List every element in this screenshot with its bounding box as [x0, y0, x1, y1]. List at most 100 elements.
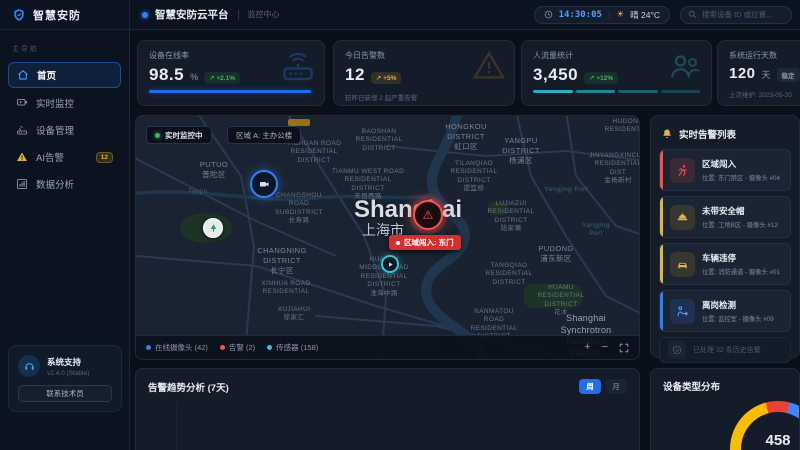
stable-badge: 稳定	[777, 68, 800, 82]
map-panel[interactable]: PUTUO 普陀区TaopuYICHUAN ROAD RESIDENTIAL D…	[135, 115, 640, 360]
tree-icon	[208, 223, 219, 234]
stat-card-online-rate: 设备在线率 98.5 % ↗ +2.1%	[137, 40, 325, 106]
tab-week[interactable]: 周	[579, 379, 601, 394]
device-distribution-panel: 设备类型分布 458 总设备数	[650, 368, 800, 450]
nav-section-label: 主导航	[12, 44, 129, 54]
trend-panel: 告警趋势分析 (7天) 周 月	[135, 368, 640, 450]
bar-chart-icon	[16, 178, 28, 190]
alert-location: 位置: 工地B区 - 摄像头 #12	[702, 220, 778, 229]
park-marker[interactable]	[203, 218, 223, 238]
map-label: Yangjing Port	[575, 222, 618, 239]
alert-panel-title: 实时告警列表	[679, 127, 736, 141]
map-label: HONGKOU DISTRICT 虹口区	[445, 122, 487, 151]
sidebar-item-live-monitor[interactable]: 实时监控	[8, 91, 121, 115]
alert-item-illegal-parking[interactable]: 车辆违停 位置: 消防通道 - 摄像头 #01	[659, 243, 791, 285]
trend-badge: ↗ +2.1%	[204, 72, 240, 84]
legend-dot	[220, 345, 225, 350]
headset-icon	[18, 355, 40, 377]
map-canvas[interactable]: PUTUO 普陀区TaopuYICHUAN ROAD RESIDENTIAL D…	[136, 116, 639, 359]
alert-title: 离岗检测	[702, 299, 774, 311]
stat-note: 较昨日新增 2 起严重告警	[345, 92, 503, 102]
sidebar-item-ai-alerts[interactable]: AI告警 12	[8, 145, 121, 169]
sun-icon: ☀	[616, 9, 624, 20]
map-label: PUTUO 普陀区	[200, 160, 228, 180]
zoom-in-button[interactable]: +	[584, 342, 590, 353]
live-status-text: 实时监控中	[165, 130, 203, 141]
online-progress-track	[149, 90, 313, 93]
zoom-out-button[interactable]: −	[602, 342, 608, 353]
search-box[interactable]	[680, 6, 792, 24]
warning-icon	[16, 151, 28, 163]
top-bar: 智慧安防 智慧安防云平台 监控中心 14:30:05 | ☀ 晴 24°C	[0, 0, 800, 30]
time-weather-pill: 14:30:05 | ☀ 晴 24°C	[534, 6, 670, 24]
alert-title: 区域闯入	[702, 158, 780, 170]
check-circle-icon	[668, 341, 686, 359]
stat-card-uptime: 系统运行天数 120 天 稳定 上次维护: 2023-05-20	[717, 40, 800, 106]
device-donut: 458 总设备数	[730, 401, 800, 450]
live-status-pill: 实时监控中	[146, 126, 212, 144]
legend-online-cameras: 在线摄像头 (42)	[146, 342, 208, 353]
warning-icon: ⚠	[423, 208, 434, 222]
sensor-marker[interactable]	[381, 255, 399, 273]
live-dot	[155, 133, 160, 138]
alert-title: 车辆违停	[702, 252, 780, 264]
play-icon	[386, 260, 395, 269]
zone-pill[interactable]: 区域 A: 主办公楼	[227, 126, 301, 144]
sidebar-item-label: 设备管理	[36, 123, 74, 137]
trend-badge: ↗ +12%	[584, 72, 618, 84]
fullscreen-button[interactable]	[619, 343, 629, 353]
sidebar-item-home[interactable]: 首页	[8, 62, 121, 88]
online-progress-fill	[149, 90, 311, 93]
alert-history-footer[interactable]: 已处理 32 条历史告警	[659, 337, 791, 363]
camera-marker[interactable]	[250, 170, 278, 198]
map-label: Yangjing Port	[544, 186, 588, 194]
person-leave-icon	[670, 299, 695, 324]
search-input[interactable]	[702, 10, 784, 19]
legend-sensors: 传感器 (158)	[267, 342, 318, 353]
trend-badge: ↗ +5%	[371, 72, 401, 84]
support-version: v2.4.0 (Stable)	[47, 370, 89, 377]
sidebar-item-data-analysis[interactable]: 数据分析	[8, 172, 121, 196]
map-label: Taopu	[188, 188, 208, 196]
alert-location: 位置: 消防通道 - 摄像头 #01	[702, 267, 780, 276]
brand: 智慧安防	[0, 0, 130, 29]
alert-history-text: 已处理 32 条历史告警	[693, 345, 761, 355]
tooltip-dot	[396, 241, 400, 245]
support-title: 系统支持	[47, 356, 89, 368]
stat-card-today-alerts: 今日告警数 12 ↗ +5% 较昨日新增 2 起严重告警	[333, 40, 515, 106]
device-total: 458	[765, 432, 790, 449]
alert-list-panel: 实时告警列表 区域闯入 位置: 东门禁区 - 摄像头 #04 未带安全帽 位置:…	[650, 115, 800, 358]
platform-subtitle: 监控中心	[248, 9, 280, 20]
map-label: YANGPU DISTRICT 杨浦区	[502, 136, 540, 165]
brand-name: 智慧安防	[33, 7, 81, 23]
contact-tech-button[interactable]: 联系技术员	[18, 385, 112, 402]
tab-month[interactable]: 月	[605, 379, 627, 394]
stat-unit: 天	[762, 68, 771, 81]
router-icon	[16, 124, 28, 136]
alert-marker[interactable]: ⚠	[413, 200, 443, 230]
sidebar-item-label: 首页	[37, 68, 56, 82]
map-label: CHANGSHOU ROAD SUBDISTRICT 长寿路	[275, 192, 323, 226]
stat-label: 系统运行天数	[729, 50, 800, 61]
warning-bg-icon	[472, 49, 506, 83]
sidebar-item-label: AI告警	[36, 150, 64, 164]
monitor-icon	[16, 97, 28, 109]
stat-card-foot-traffic: 人流量统计 3,450 ↗ +12%	[521, 40, 712, 106]
trend-title: 告警趋势分析 (7天)	[148, 380, 229, 394]
sidebar-item-device-mgmt[interactable]: 设备管理	[8, 118, 121, 142]
search-icon	[688, 10, 697, 19]
router-bg-icon	[280, 49, 316, 85]
alert-item-intrusion[interactable]: 区域闯入 位置: 东门禁区 - 摄像头 #04	[659, 149, 791, 191]
stat-unit: %	[190, 72, 198, 82]
map-label: HUDONG RESIDENTIAL	[604, 118, 640, 135]
alert-item-no-helmet[interactable]: 未带安全帽 位置: 工地B区 - 摄像头 #12	[659, 196, 791, 238]
zone-text: 区域 A: 主办公楼	[236, 130, 292, 141]
stat-note: 上次维护: 2023-05-20	[729, 89, 800, 99]
divider: |	[608, 10, 610, 19]
alert-location: 位置: 监控室 - 摄像头 #09	[702, 314, 774, 323]
chart-axis-line	[176, 403, 177, 450]
legend-alerts: 告警 (2)	[220, 342, 255, 353]
alert-item-absence-detect[interactable]: 离岗检测 位置: 监控室 - 摄像头 #09	[659, 290, 791, 332]
alert-tooltip[interactable]: 区域闯入: 东门	[389, 235, 461, 250]
bell-icon	[661, 128, 673, 140]
